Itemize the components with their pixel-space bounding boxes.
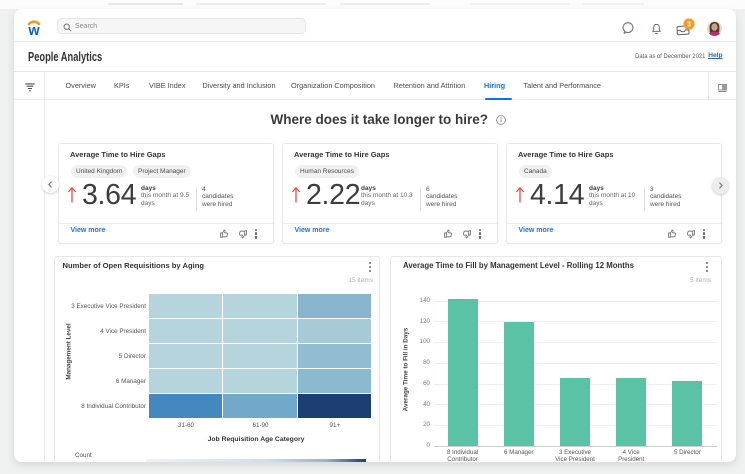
svg-text:w: w [27,23,40,37]
svg-text:3: 3 [687,19,691,28]
